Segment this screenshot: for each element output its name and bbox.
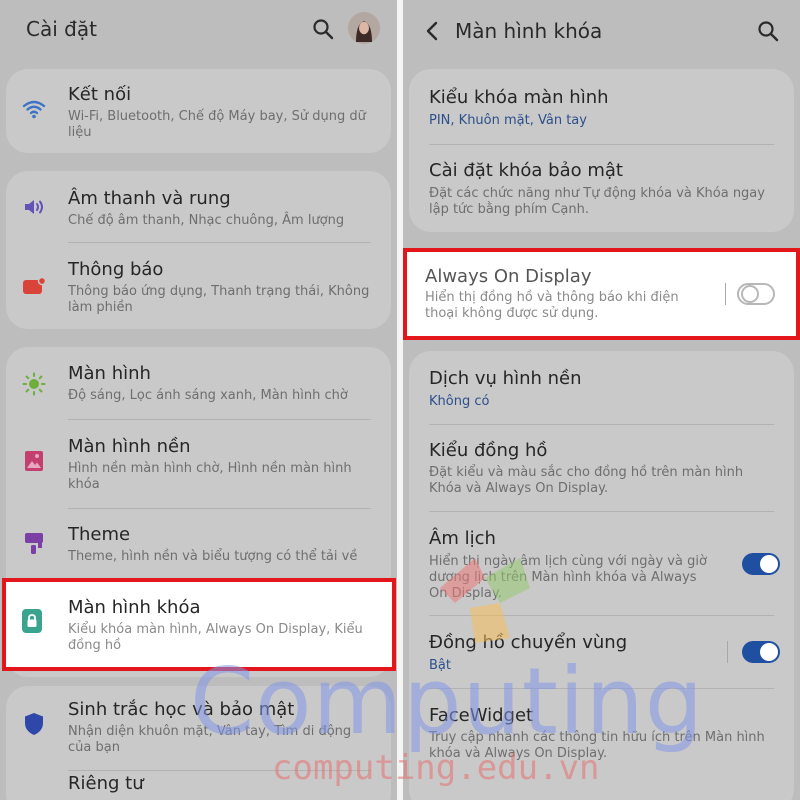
roaming-clock-toggle[interactable]: [742, 641, 780, 663]
lock-icon: [22, 609, 42, 633]
settings-app-bar: Cài đặt: [0, 0, 397, 60]
list-item-subtitle: Độ sáng, Lọc ánh sáng xanh, Màn hình chờ: [68, 388, 348, 403]
list-item-sound[interactable]: Âm thanh và rung Chế độ âm thanh, Nhạc c…: [6, 171, 391, 241]
card-sound-notifications: Âm thanh và rung Chế độ âm thanh, Nhạc c…: [6, 171, 391, 329]
notification-icon: [23, 277, 46, 294]
shield-icon: [25, 713, 43, 735]
list-item-display[interactable]: Màn hình Độ sáng, Lọc ánh sáng xanh, Màn…: [6, 347, 391, 419]
card-lock-type: Kiểu khóa màn hình PIN, Khuôn mặt, Vân t…: [409, 69, 794, 232]
list-item-lock-type[interactable]: Kiểu khóa màn hình PIN, Khuôn mặt, Vân t…: [409, 69, 794, 143]
list-item-title: FaceWidget: [429, 705, 534, 726]
avatar[interactable]: [348, 12, 380, 44]
list-item-subtitle: Bật: [429, 658, 451, 673]
list-item-privacy[interactable]: Riêng tư: [6, 771, 391, 800]
list-item-subtitle: Truy cập nhanh các thông tin hữu ích trê…: [429, 730, 765, 761]
list-item-subtitle: Hình nền màn hình chờ, Hình nền màn hình…: [68, 461, 352, 492]
card-connections: Kết nối Wi-Fi, Bluetooth, Chế độ Máy bay…: [6, 69, 391, 153]
list-item-wallpaper[interactable]: Màn hình nền Hình nền màn hình chờ, Hình…: [6, 420, 391, 508]
always-on-display-toggle[interactable]: [737, 283, 775, 305]
highlight-always-on-display[interactable]: Always On Display Hiển thị đồng hồ và th…: [403, 248, 800, 340]
list-item-title: Always On Display: [425, 266, 592, 287]
list-item-lunar-calendar[interactable]: Âm lịch Hiển thị ngày âm lịch cùng với n…: [409, 512, 794, 615]
list-item-subtitle: Đặt kiểu và màu sắc cho đồng hồ trên màn…: [429, 465, 744, 496]
list-item-title: Kết nối: [68, 84, 132, 105]
toggle-divider: [725, 283, 726, 305]
list-item-title: Màn hình: [68, 363, 151, 384]
list-item-subtitle: Hiển thị ngày âm lịch cùng với ngày và g…: [429, 554, 707, 601]
list-item-title: Theme: [68, 524, 131, 545]
toggle-knob: [741, 285, 759, 303]
list-item-subtitle: Theme, hình nền và biểu tượng có thể tải…: [68, 549, 358, 564]
highlight-lock-screen[interactable]: Màn hình khóa Kiểu khóa màn hình, Always…: [2, 578, 396, 671]
list-item-subtitle: Nhận diện khuôn mặt, Vân tay, Tìm di độn…: [68, 724, 352, 755]
list-item-title: Sinh trắc học và bảo mật: [68, 699, 295, 720]
list-item-secure-lock-settings[interactable]: Cài đặt khóa bảo mật Đặt các chức năng n…: [409, 145, 794, 232]
toggle-knob: [760, 555, 778, 573]
sun-icon: [22, 372, 46, 396]
speaker-icon: [25, 200, 43, 214]
search-icon[interactable]: [312, 18, 334, 40]
list-item-subtitle: Không có: [429, 394, 490, 409]
list-item-facewidget[interactable]: FaceWidget Truy cập nhanh các thông tin …: [409, 689, 794, 789]
list-item-title: Âm lịch: [429, 528, 496, 549]
list-item-lock-screen[interactable]: Màn hình khóa Kiểu khóa màn hình, Always…: [6, 582, 392, 667]
page-title: Cài đặt: [26, 17, 97, 41]
list-item-title: Kiểu khóa màn hình: [429, 87, 609, 108]
list-item-roaming-clock[interactable]: Đồng hồ chuyển vùng Bật: [409, 616, 794, 688]
wallpaper-icon: [25, 451, 43, 471]
lunar-calendar-toggle[interactable]: [742, 553, 780, 575]
list-item-notifications[interactable]: Thông báo Thông báo ứng dụng, Thanh trạn…: [6, 243, 391, 329]
paint-brush-icon: [25, 533, 43, 554]
list-item-subtitle: Đặt các chức năng như Tự động khóa và Kh…: [429, 186, 765, 217]
toggle-divider: [727, 641, 728, 663]
list-item-title: Màn hình khóa: [68, 597, 201, 618]
list-item-subtitle: Hiển thị đồng hồ và thông báo khi điện t…: [425, 290, 679, 321]
list-item-title: Đồng hồ chuyển vùng: [429, 632, 628, 653]
list-item-wallpaper-services[interactable]: Dịch vụ hình nền Không có: [409, 351, 794, 423]
list-item-subtitle: Wi-Fi, Bluetooth, Chế độ Máy bay, Sử dụn…: [68, 109, 366, 140]
list-item-subtitle: Kiểu khóa màn hình, Always On Display, K…: [68, 622, 363, 653]
list-item-title: Dịch vụ hình nền: [429, 368, 582, 389]
card-lock-screen-options: Dịch vụ hình nền Không có Kiểu đồng hồ Đ…: [409, 351, 794, 800]
lock-screen-panel: Màn hình khóa Kiểu khóa màn hình PIN, Kh…: [403, 0, 800, 800]
list-item-subtitle: PIN, Khuôn mặt, Vân tay: [429, 113, 587, 128]
list-item-subtitle: Thông báo ứng dụng, Thanh trạng thái, Kh…: [68, 284, 370, 315]
wifi-icon: [22, 100, 46, 119]
list-item-title: Cài đặt khóa bảo mật: [429, 160, 623, 181]
list-item-clock-style[interactable]: Kiểu đồng hồ Đặt kiểu và màu sắc cho đồn…: [409, 425, 794, 511]
list-item-title: Riêng tư: [68, 773, 144, 794]
card-security: Sinh trắc học và bảo mật Nhận diện khuôn…: [6, 686, 391, 800]
toggle-knob: [760, 643, 778, 661]
list-item-title: Âm thanh và rung: [68, 188, 231, 209]
page-title: Màn hình khóa: [455, 19, 603, 43]
list-item-title: Màn hình nền: [68, 436, 191, 457]
search-icon[interactable]: [757, 20, 779, 42]
lock-screen-app-bar: Màn hình khóa: [403, 0, 800, 60]
list-item-always-on-display[interactable]: Always On Display Hiển thị đồng hồ và th…: [407, 252, 796, 336]
list-item-title: Thông báo: [68, 259, 164, 280]
list-item-biometrics-security[interactable]: Sinh trắc học và bảo mật Nhận diện khuôn…: [6, 686, 391, 770]
list-item-subtitle: Chế độ âm thanh, Nhạc chuông, Âm lượng: [68, 213, 345, 228]
settings-panel: Cài đặt Kết nối Wi-Fi, Bluetooth, Chế độ…: [0, 0, 397, 800]
list-item-title: Kiểu đồng hồ: [429, 440, 548, 461]
back-arrow-icon[interactable]: [425, 21, 439, 41]
list-item-theme[interactable]: Theme Theme, hình nền và biểu tượng có t…: [6, 509, 391, 579]
list-item-connections[interactable]: Kết nối Wi-Fi, Bluetooth, Chế độ Máy bay…: [6, 69, 391, 153]
